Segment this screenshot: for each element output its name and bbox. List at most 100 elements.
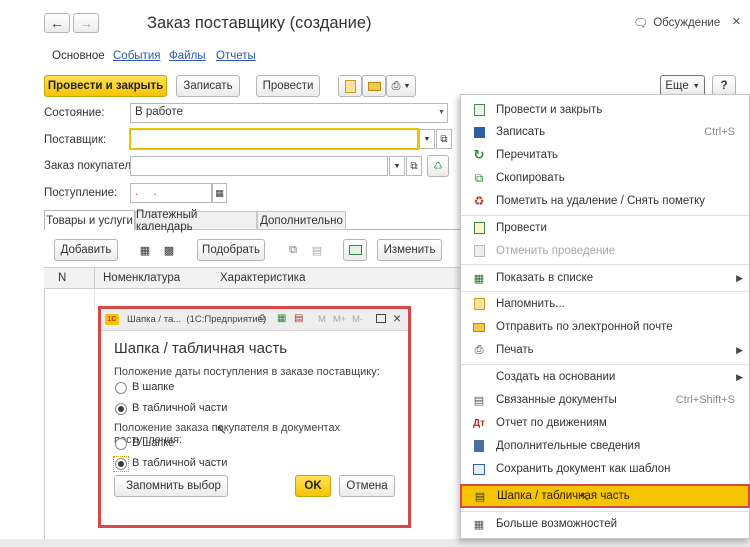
col-divider (94, 267, 95, 289)
customer-order-fill-button[interactable]: ♺ (427, 155, 449, 177)
group1-label: Положение даты поступления в заказе пост… (114, 366, 380, 378)
menu-item-movements-report[interactable]: Дт Отчет по движениям (461, 412, 749, 434)
menu-item-label: Скопировать (496, 172, 565, 184)
group1-table-label[interactable]: В табличной части (132, 402, 227, 414)
group2-header-label[interactable]: В шапке (132, 437, 174, 449)
menu-item-label: Отправить по электронной почте (496, 321, 673, 333)
tab-reports[interactable]: Отчеты (216, 50, 256, 62)
reminder-button[interactable] (338, 75, 362, 97)
close-icon[interactable]: × (393, 310, 401, 326)
select-button[interactable]: ▩ (158, 239, 180, 261)
menu-item-more-features[interactable]: ▦ Больше возможностей (461, 513, 749, 535)
tab-events[interactable]: События (113, 50, 160, 62)
remember-choice-button[interactable]: Запомнить выбор (114, 475, 228, 497)
tab-main[interactable]: Основное (52, 50, 105, 62)
menu-item-label: Связанные документы (496, 394, 617, 406)
tab-goods-services[interactable]: Товары и услуги (44, 210, 135, 230)
post-icon (472, 221, 486, 235)
group1-header-radio[interactable] (115, 382, 127, 394)
list-icon: ▦ (473, 272, 485, 285)
calendar-icon: ▦ (215, 187, 224, 198)
print-button[interactable]: ⎙ ▼ (386, 75, 416, 97)
memory-button[interactable]: M (318, 314, 326, 325)
menu-item-remind[interactable]: Напомнить... (461, 293, 749, 315)
supplier-label: Поставщик: (44, 134, 107, 146)
copy-icon: ⧉ (289, 243, 297, 256)
receipt-date-field[interactable]: . . (130, 183, 212, 203)
group1-header-label[interactable]: В шапке (132, 381, 174, 393)
menu-item-show-in-list[interactable]: ▦ Показать в списке ▶ (461, 267, 749, 289)
form-button[interactable] (343, 239, 367, 261)
add-button[interactable]: Добавить (54, 239, 118, 261)
info-list-icon (472, 439, 486, 453)
print-preview-icon[interactable]: ⎙ (258, 313, 266, 324)
table-body-n-col (94, 289, 95, 309)
group2-table-radio[interactable] (115, 458, 127, 470)
copy-icon: ⧉ (474, 170, 484, 185)
ok-button[interactable]: OK (295, 475, 331, 497)
tab-payment-calendar[interactable]: Платежный календарь (135, 209, 257, 233)
paste-row-button[interactable]: ▤ (306, 239, 328, 261)
more-features-icon: ▦ (473, 518, 485, 531)
tab-additional[interactable]: Дополнительно (257, 211, 346, 230)
menu-item-reread[interactable]: ↻ Перечитать (461, 144, 749, 166)
save-button[interactable]: Записать (176, 75, 240, 97)
customer-order-field[interactable] (130, 156, 388, 176)
state-field[interactable]: В работе (130, 103, 448, 123)
change-button[interactable]: Изменить (377, 239, 442, 261)
pick-button[interactable]: Подобрать (197, 239, 265, 261)
email-button[interactable] (362, 75, 386, 97)
menu-item-print[interactable]: ⎙ Печать ▶ (461, 339, 749, 361)
menu-item-save[interactable]: Записать Ctrl+S (461, 121, 749, 143)
forward-button[interactable]: → (73, 13, 99, 33)
discussion-link[interactable]: 🗨 Обсуждение (633, 16, 720, 30)
post-button[interactable]: Провести (256, 75, 320, 97)
menu-item-additional-info[interactable]: Дополнительные сведения (461, 435, 749, 457)
calculator-icon[interactable]: ▦ (277, 313, 286, 324)
menu-item-mark-delete[interactable]: ♻ Пометить на удаление / Снять пометку (461, 190, 749, 212)
supplier-field[interactable] (130, 129, 418, 149)
menu-item-unpost[interactable]: Отменить проведение (461, 240, 749, 262)
menu-item-label: Показать в списке (496, 272, 594, 284)
menu-separator (461, 511, 749, 512)
back-button[interactable]: ← (44, 13, 70, 33)
menu-item-save-template[interactable]: Сохранить документ как шаблон (461, 458, 749, 480)
memory-minus-button[interactable]: M- (352, 314, 363, 325)
menu-item-shortcut: Ctrl+S (704, 126, 735, 138)
cancel-button[interactable]: Отмена (339, 475, 395, 497)
customer-order-open-button[interactable]: ⧉ (406, 156, 422, 176)
dialog-window-title: Шапка / та... (1С:Предприятие) (127, 314, 267, 325)
maximize-icon[interactable] (376, 314, 386, 323)
menu-item-header-table[interactable]: ▤ Шапка / табличная часть ↖ (460, 484, 750, 508)
menu-item-post-close[interactable]: Провести и закрыть (461, 99, 749, 121)
customer-order-dropdown-button[interactable]: ▼ (389, 156, 405, 176)
menu-item-create-based-on[interactable]: Создать на основании ▶ (461, 366, 749, 388)
barcode-button[interactable]: ▦ (134, 239, 156, 261)
supplier-open-button[interactable]: ⧉ (436, 129, 452, 149)
menu-item-related-docs[interactable]: ▤ Связанные документы Ctrl+Shift+S (461, 389, 749, 411)
menu-separator (461, 364, 749, 365)
mouse-cursor-icon: ↖ (579, 489, 590, 504)
supplier-dropdown-button[interactable]: ▼ (419, 129, 435, 149)
menu-separator (461, 264, 749, 265)
header-table-icon: ▤ (474, 490, 486, 503)
group1-table-radio[interactable] (115, 403, 127, 415)
menu-item-label: Перечитать (496, 149, 559, 161)
memory-plus-button[interactable]: M+ (333, 314, 346, 325)
menu-item-post[interactable]: Провести (461, 217, 749, 239)
chevron-down-icon: ▼ (393, 162, 401, 170)
post-and-close-button[interactable]: Провести и закрыть (44, 75, 167, 97)
tab-files[interactable]: Файлы (169, 50, 206, 62)
close-icon[interactable]: × (732, 13, 741, 30)
menu-item-label: Записать (496, 126, 546, 138)
calendar-icon[interactable]: ▤ (294, 313, 303, 324)
group2-table-label[interactable]: В табличной части (132, 457, 227, 469)
menu-item-label: Отменить проведение (496, 245, 616, 257)
calendar-button[interactable]: ▦ (212, 183, 227, 203)
menu-item-copy[interactable]: ⧉ Скопировать (461, 167, 749, 189)
menu-item-label: Сохранить документ как шаблон (496, 463, 671, 475)
group2-header-radio[interactable] (115, 438, 127, 450)
copy-row-button[interactable]: ⧉ (282, 239, 304, 261)
menu-item-send-email[interactable]: Отправить по электронной почте (461, 316, 749, 338)
menu-item-shortcut: Ctrl+Shift+S (675, 394, 735, 406)
